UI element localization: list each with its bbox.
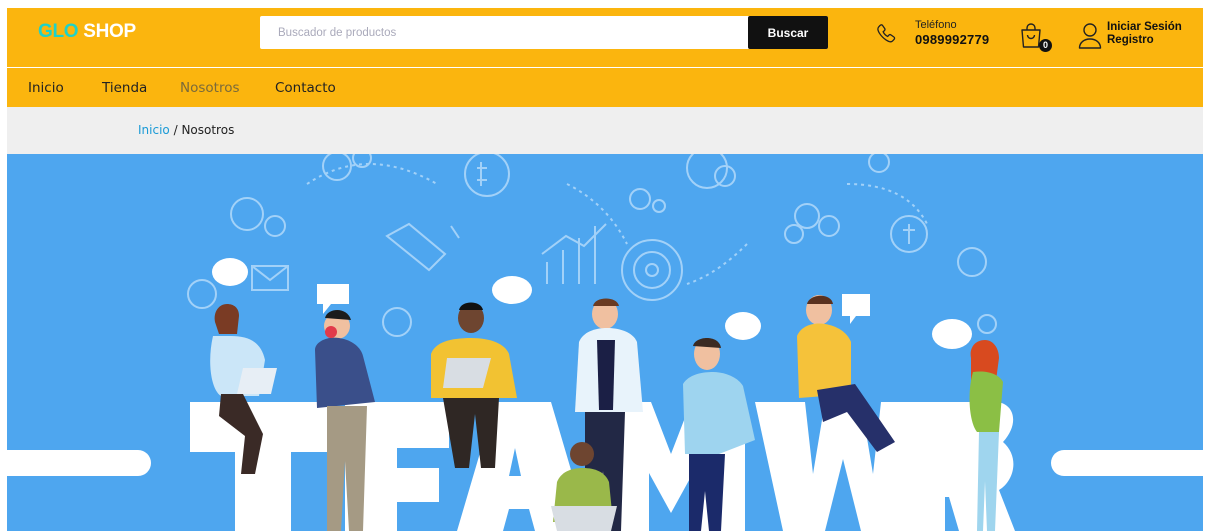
nav-item-contacto[interactable]: Contacto — [275, 80, 336, 96]
register-link[interactable]: Registro — [1107, 34, 1154, 46]
phone-icon — [877, 24, 896, 43]
breadcrumb: Inicio / Nosotros — [7, 107, 1203, 154]
search-button[interactable]: Buscar — [748, 16, 828, 49]
phone-label: Teléfono — [915, 19, 957, 31]
nav-item-inicio[interactable]: Inicio — [28, 80, 64, 96]
logo[interactable]: GLO SHOP — [38, 21, 136, 43]
search-input[interactable] — [260, 16, 748, 49]
logo-text-shop: SHOP — [83, 21, 136, 42]
cart-count-badge: 0 — [1039, 39, 1052, 52]
user-icon — [1078, 23, 1102, 49]
page: GLOSHOP Buscar Teléfono 0989992779 0 — [0, 0, 1207, 531]
phone-number[interactable]: 0989992779 — [915, 32, 989, 47]
breadcrumb-separator: / — [169, 123, 182, 137]
breadcrumb-home-link[interactable]: Inicio — [138, 123, 170, 137]
header-bar: GLOSHOP Buscar Teléfono 0989992779 0 — [7, 8, 1203, 67]
phone-contact: Teléfono 0989992779 — [875, 18, 995, 52]
search-bar: Buscar — [260, 16, 828, 49]
hero-banner — [7, 154, 1203, 531]
nav-item-tienda[interactable]: Tienda — [102, 80, 147, 96]
breadcrumb-current: Nosotros — [181, 123, 235, 137]
account-menu: Iniciar Sesión Registro — [1078, 20, 1202, 54]
teamwork-illustration — [7, 154, 1203, 531]
cart-button[interactable]: 0 — [1019, 22, 1052, 52]
logo-text-glo: GLO — [38, 21, 79, 42]
main-nav: Inicio Tienda Nosotros Contacto — [7, 68, 1203, 107]
nav-item-nosotros[interactable]: Nosotros — [180, 80, 240, 96]
login-link[interactable]: Iniciar Sesión — [1107, 21, 1182, 33]
